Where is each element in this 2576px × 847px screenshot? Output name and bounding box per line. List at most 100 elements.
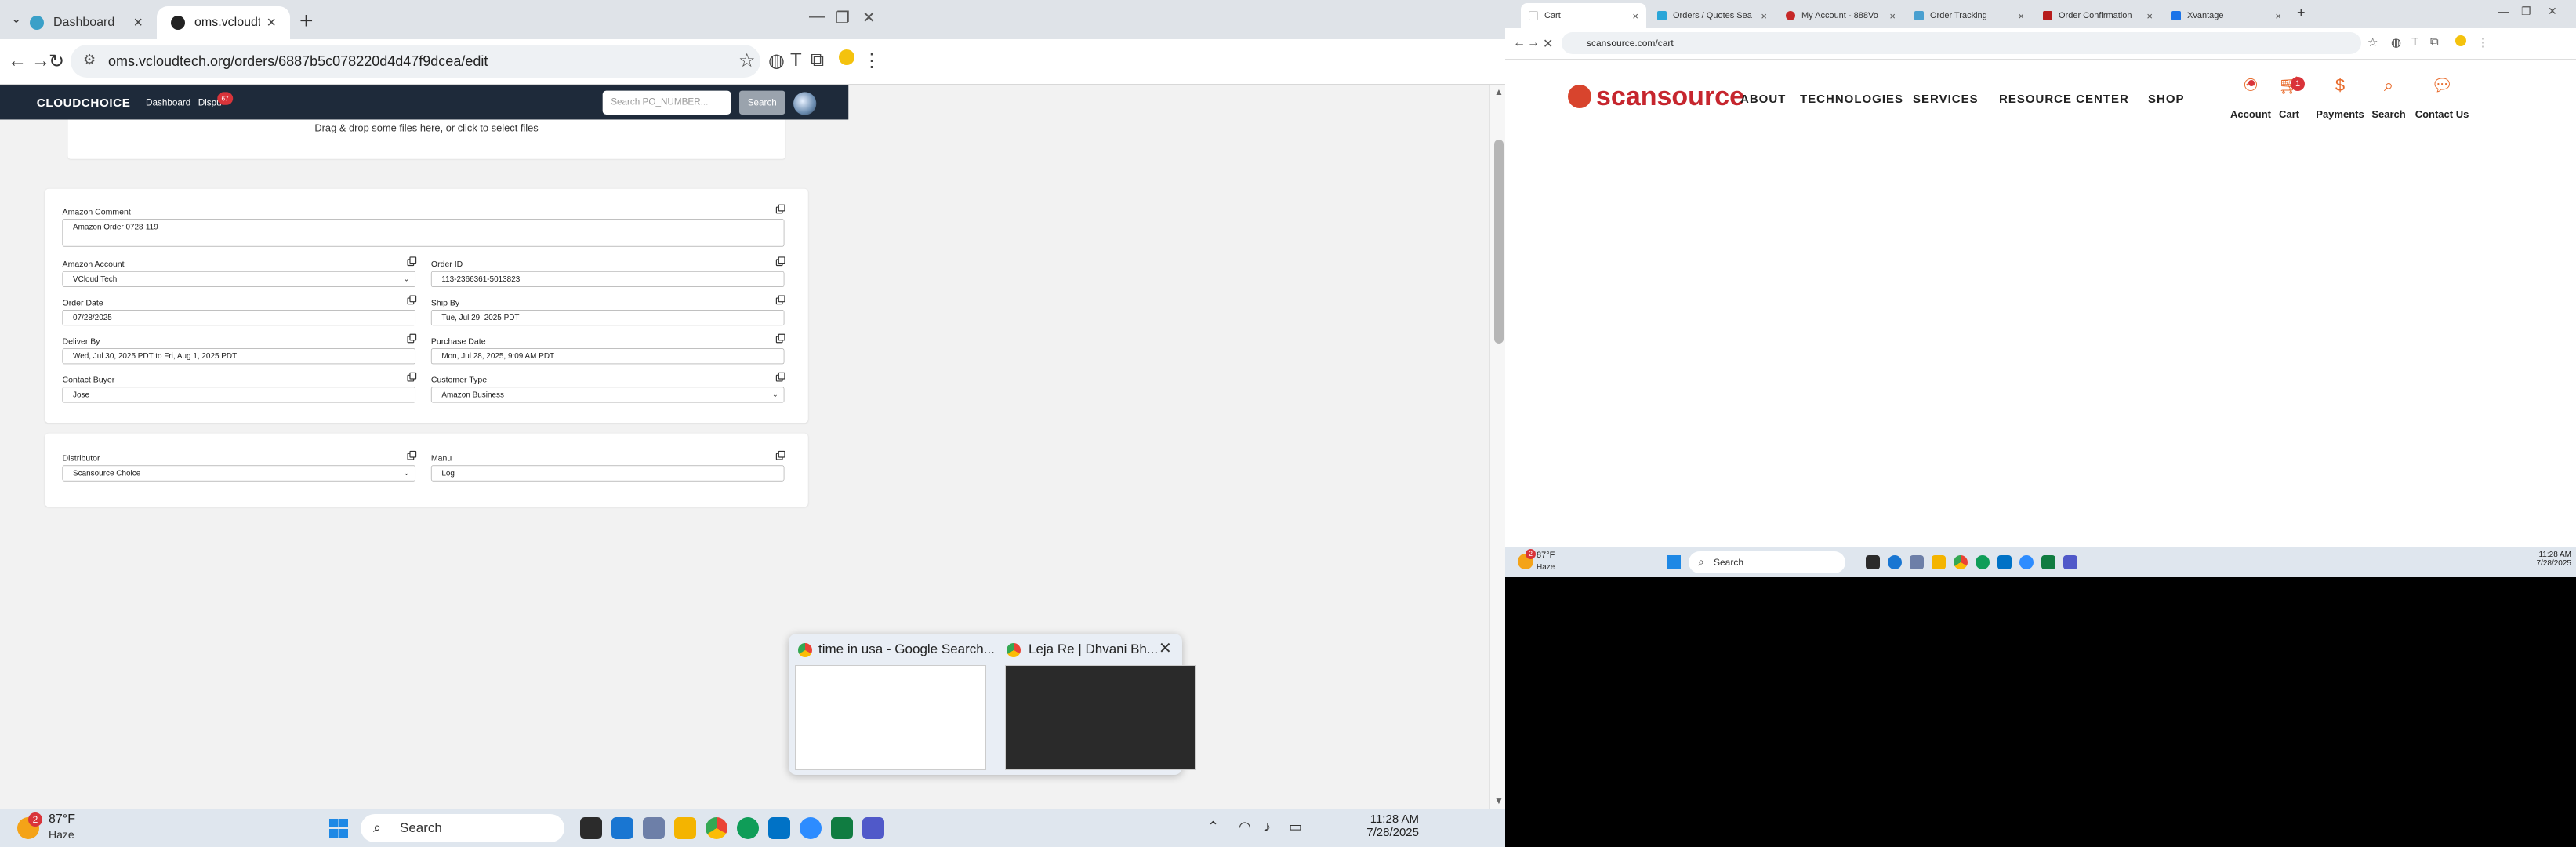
outlook-icon[interactable] [1997,555,2012,569]
close-tab-icon[interactable]: × [1889,10,1896,22]
nav-technologies[interactable]: TECHNOLOGIES [1800,93,1903,106]
scrollbar-thumb[interactable] [1494,140,1504,344]
search-button[interactable]: Search [739,90,785,115]
manufacturer-input[interactable]: Log [430,465,785,482]
task-view-icon[interactable] [1866,555,1880,569]
tab-my-account[interactable]: My Account - 888Vo × [1778,3,1903,28]
dollar-icon[interactable]: $ [2313,75,2367,96]
tab-order-confirmation[interactable]: Order Confirmation × [2035,3,2161,28]
stop-loading-icon[interactable]: ✕ [1543,36,1553,52]
back-icon[interactable]: ← [8,50,27,72]
close-tab-icon[interactable]: × [2018,10,2024,22]
file-dropzone[interactable]: Drag & drop some files here, or click to… [67,119,785,159]
tab-cart[interactable]: Cart × [1521,3,1646,28]
nav-services[interactable]: SERVICES [1913,93,1979,106]
close-window-icon[interactable]: ✕ [2548,5,2557,18]
avatar[interactable] [793,92,817,115]
copy-icon[interactable] [407,256,417,267]
tab-dashboard[interactable]: Dashboard × [16,6,157,39]
customer-type-select[interactable]: Amazon Business ⌄ [430,387,785,403]
file-explorer-icon[interactable] [1932,555,1946,569]
scansource-logo[interactable]: scansource [1568,82,1744,112]
chrome-icon[interactable] [1954,555,1968,569]
address-bar[interactable]: ⚙ oms.vcloudtech.org/orders/6887b5c07822… [71,45,760,78]
edge-app-icon[interactable] [1976,555,1990,569]
nav-resource-center[interactable]: RESOURCE CENTER [1999,93,2129,106]
close-tab-icon[interactable]: × [133,14,143,32]
close-tab-icon[interactable]: × [1761,10,1767,22]
wifi-icon[interactable]: ◠ [1239,819,1251,835]
text-icon[interactable]: T [2411,35,2418,49]
copy-icon[interactable] [407,295,417,305]
extensions-puzzle-icon[interactable]: ⧉ [811,49,824,71]
maximize-icon[interactable]: ❐ [836,8,850,27]
file-explorer-icon[interactable] [674,817,696,839]
scroll-up-icon[interactable]: ▲ [1494,86,1504,97]
extension-icon[interactable]: ◍ [768,49,785,72]
account-label[interactable]: Account [2223,108,2278,120]
preview-thumbnail[interactable] [795,665,986,770]
edge-icon[interactable] [1888,555,1902,569]
new-tab-icon[interactable]: + [2297,5,2306,21]
purchase-date-input[interactable]: Mon, Jul 28, 2025, 9:09 AM PDT [430,348,785,365]
close-tab-icon[interactable]: × [2146,10,2153,22]
close-icon[interactable]: ✕ [1159,638,1172,658]
preview-thumbnail[interactable] [1005,665,1196,770]
tab-order-tracking[interactable]: Order Tracking × [1907,3,2032,28]
page-scrollbar[interactable]: ▲ ▼ [1489,85,1505,809]
scroll-down-icon[interactable]: ▼ [1494,795,1504,806]
volume-icon[interactable]: ♪ [1264,819,1271,835]
teams-icon[interactable] [2063,555,2077,569]
copy-icon[interactable] [775,204,785,214]
copy-icon[interactable] [407,333,417,344]
task-view-icon[interactable] [580,817,602,839]
tab-orders-quotes[interactable]: Orders / Quotes Sea × [1649,3,1775,28]
payments-label[interactable]: Payments [2313,108,2367,120]
profile-icon[interactable] [839,49,854,65]
tray-chevron-icon[interactable]: ⌃ [1207,819,1219,835]
chrome-icon[interactable] [706,817,727,839]
zoom-icon[interactable] [800,817,822,839]
close-tab-icon[interactable]: × [1632,10,1638,22]
maximize-icon[interactable]: ❐ [2521,5,2531,18]
outlook-icon[interactable] [768,817,790,839]
extension-icon[interactable]: ◍ [2391,35,2401,49]
system-clock[interactable]: 11:28 AM 7/28/2025 [2501,551,2572,568]
copy-icon[interactable] [407,372,417,382]
bookmark-star-icon[interactable]: ☆ [738,49,756,72]
battery-icon[interactable]: ▭ [1289,819,1302,835]
forward-icon[interactable]: → [1527,36,1540,50]
copy-icon[interactable] [775,333,785,344]
tab-order-edit[interactable]: oms.vcloudtech.org/orders/688 × [157,6,290,39]
distributor-select[interactable]: Scansource Choice ⌄ [62,465,416,482]
system-clock[interactable]: 11:28 AM 7/28/2025 [1333,812,1419,839]
search-icon[interactable]: ⌕ [2369,75,2408,96]
teams-icon[interactable] [862,817,884,839]
tab-xvantage[interactable]: Xvantage × [2164,3,2289,28]
edge-app-icon[interactable] [737,817,759,839]
back-icon[interactable]: ← [1513,36,1526,50]
nav-about[interactable]: ABOUT [1740,93,1786,106]
copy-icon[interactable] [775,372,785,382]
taskbar-search[interactable]: ⌕ Search [361,814,564,842]
windows-start-icon[interactable] [329,819,348,838]
reload-icon[interactable]: ↻ [49,50,64,73]
menu-kebab-icon[interactable]: ⋮ [2477,35,2489,49]
app-logo[interactable]: CLOUDCHOICE [37,96,131,110]
menu-kebab-icon[interactable]: ⋮ [862,49,881,72]
bookmark-star-icon[interactable]: ☆ [2367,35,2378,49]
text-icon[interactable]: T [790,49,802,71]
preview-title[interactable]: time in usa - Google Search... [818,642,995,657]
taskbar-search[interactable]: ⌕ Search [1689,551,1845,573]
order-id-input[interactable]: 113-2366361-5013823 [430,271,785,287]
amazon-comment-textarea[interactable]: Amazon Order 0728-119 [62,219,785,247]
amazon-account-select[interactable]: VCloud Tech ⌄ [62,271,416,287]
extensions-puzzle-icon[interactable]: ⧉ [2430,35,2439,49]
calculator-icon[interactable] [643,817,665,839]
copy-icon[interactable] [775,256,785,267]
profile-icon[interactable] [2455,35,2466,46]
close-tab-icon[interactable]: × [267,14,276,32]
contact-buyer-input[interactable]: Jose [62,387,416,403]
po-search-input[interactable]: Search PO_NUMBER... [602,90,731,115]
address-bar[interactable]: scansource.com/cart [1562,32,2361,54]
